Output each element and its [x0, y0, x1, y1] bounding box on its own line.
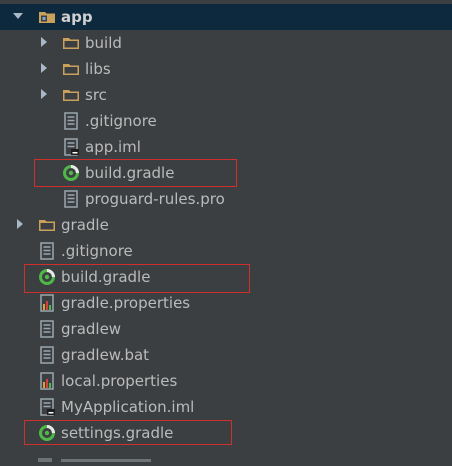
tree-item-gradlew-bat[interactable]: gradlew.bat: [0, 342, 452, 368]
tree-item-settings-gradle[interactable]: settings.gradle: [0, 420, 452, 446]
tree-item-label: app: [61, 8, 93, 26]
properties-file-icon: [38, 372, 56, 390]
tree-item-app-iml[interactable]: app.iml: [0, 134, 452, 160]
tree-item-label: build: [85, 34, 122, 52]
file-icon: [38, 242, 56, 260]
tree-item-build[interactable]: build: [0, 30, 452, 56]
gradle-icon: [62, 164, 80, 182]
tree-item-local-properties[interactable]: local.properties: [0, 368, 452, 394]
tree-item-label: settings.gradle: [61, 424, 174, 442]
chevron-right-icon[interactable]: [38, 82, 52, 108]
tree-item-label: gradlew: [61, 320, 122, 338]
tree-item-label: libs: [85, 60, 111, 78]
tree-item-partial: [0, 448, 452, 462]
tree-item-label: .gitignore: [61, 242, 133, 260]
folder-icon: [62, 34, 80, 52]
tree-item-myapplication-iml[interactable]: MyApplication.iml: [0, 394, 452, 420]
tree-item-label: .gitignore: [85, 112, 157, 130]
file-icon: [38, 320, 56, 338]
properties-file-icon: [38, 294, 56, 312]
gradle-icon: [38, 268, 56, 286]
folder-icon: [38, 216, 56, 234]
folder-icon: [62, 60, 80, 78]
tree-item-gitignore[interactable]: .gitignore: [0, 108, 452, 134]
tree-item-root-build-gradle[interactable]: build.gradle: [0, 264, 452, 290]
chevron-right-icon[interactable]: [38, 30, 52, 56]
tree-item-libs[interactable]: libs: [0, 56, 452, 82]
chevron-right-icon[interactable]: [38, 56, 52, 82]
iml-file-icon: [62, 138, 80, 156]
tree-item-label: proguard-rules.pro: [85, 190, 225, 208]
tree-item-label: app.iml: [85, 138, 141, 156]
tree-item-src[interactable]: src: [0, 82, 452, 108]
tree-item-gradlew[interactable]: gradlew: [0, 316, 452, 342]
tree-item-label: gradle.properties: [61, 294, 191, 312]
tree-item-app-build-gradle[interactable]: build.gradle: [0, 160, 452, 186]
tree-item-root-gitignore[interactable]: .gitignore: [0, 238, 452, 264]
tree-item-label: local.properties: [61, 372, 178, 390]
chevron-down-icon[interactable]: [12, 4, 26, 30]
tree-item-label: build.gradle: [61, 268, 151, 286]
tree-item-label: MyApplication.iml: [61, 398, 195, 416]
tree-item-label: src: [85, 86, 107, 104]
file-icon: [62, 190, 80, 208]
file-icon: [62, 112, 80, 130]
iml-file-icon: [38, 398, 56, 416]
tree-item-app[interactable]: app: [0, 4, 452, 30]
file-icon: [38, 346, 56, 364]
tree-item-gradle-properties[interactable]: gradle.properties: [0, 290, 452, 316]
tree-item-label: gradlew.bat: [61, 346, 150, 364]
chevron-right-icon[interactable]: [14, 212, 28, 238]
tree-item-proguard-rules[interactable]: proguard-rules.pro: [0, 186, 452, 212]
tree-item-label: gradle: [61, 216, 109, 234]
module-folder-icon: [38, 8, 56, 26]
gradle-icon: [38, 424, 56, 442]
tree-item-gradle[interactable]: gradle: [0, 212, 452, 238]
tree-item-label: build.gradle: [85, 164, 175, 182]
folder-icon: [62, 86, 80, 104]
